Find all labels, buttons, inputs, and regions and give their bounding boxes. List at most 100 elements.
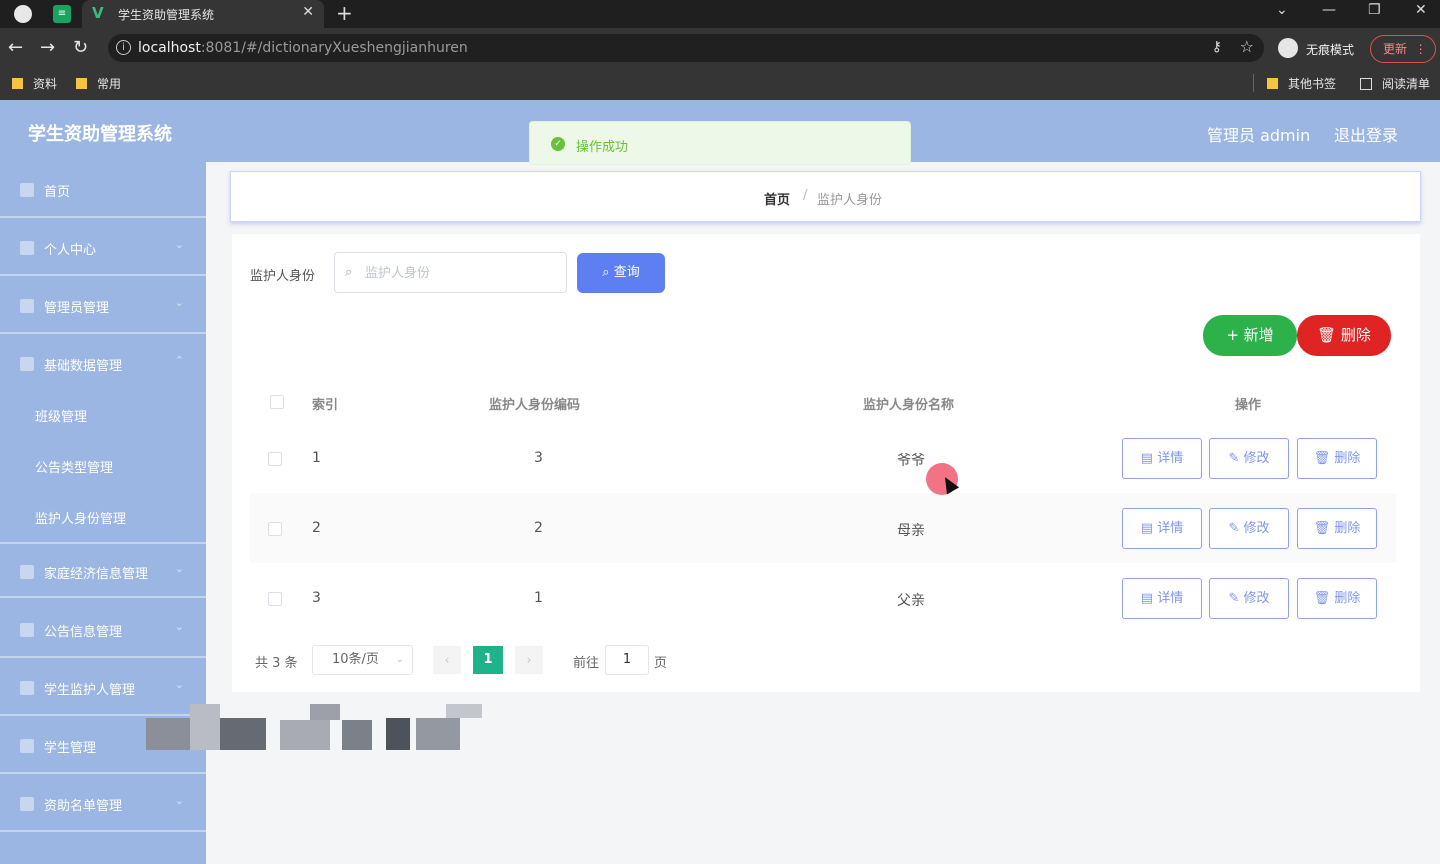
sidebar-item-label: 公告类型管理 [35,461,114,476]
check-circle-icon: ✓ [551,137,565,151]
add-button[interactable]: + 新增 [1203,315,1297,356]
bookmark-star-icon[interactable]: ☆ [1240,37,1254,56]
goto-label: 前往 [573,656,600,671]
sidebar-item-notices[interactable]: 公告信息管理 ⌄ [0,602,206,658]
chevron-down-icon: ⌄ [174,794,184,807]
restore-icon[interactable]: ❐ [1368,2,1381,18]
incognito-icon[interactable] [1278,38,1298,58]
folder-icon [1267,78,1278,89]
breadcrumb-separator: / [803,188,808,203]
detail-button[interactable]: ▤ 详情 [1122,438,1202,479]
flag-icon [20,357,34,371]
column-header-name[interactable]: 监护人身份名称 [863,394,954,413]
notice-icon [20,623,34,637]
update-button[interactable]: 更新 ⋮ [1370,35,1436,63]
tab-search-icon[interactable]: ⌄ [1276,2,1288,18]
detail-button[interactable]: ▤ 详情 [1122,578,1202,619]
select-all-checkbox[interactable] [270,395,284,409]
home-icon [20,183,34,197]
bookmark-folder[interactable]: 其他书签 [1267,75,1336,92]
search-icon: ⌕ [345,265,353,280]
sidebar-subitem-guardian-identity[interactable]: 监护人身份管理 [0,492,206,542]
cell-index: 1 [312,450,321,466]
chevron-down-icon: ⌄ [395,654,404,665]
sidebar-item-base-data[interactable]: 基础数据管理 ⌃ [0,336,206,392]
page-unit-label: 页 [654,656,668,671]
chevron-down-icon: ⌄ [174,238,184,251]
search-input-wrapper[interactable]: ⌕ [334,252,567,293]
column-header-code[interactable]: 监护人身份编码 [489,394,580,413]
sidebar-item-home[interactable]: 首页 [0,162,206,218]
row-checkbox[interactable] [268,452,282,466]
success-toast: ✓ 操作成功 [529,121,911,165]
logout-link[interactable]: 退出登录 [1334,122,1398,146]
delete-button[interactable]: 🗑 删除 [1297,315,1391,356]
row-delete-button[interactable]: 🗑 删除 [1297,438,1377,479]
guardian-icon [20,681,34,695]
sidebar-subitem-class[interactable]: 班级管理 [0,390,206,440]
search-label: 监护人身份 [250,269,316,284]
query-button[interactable]: ⌕ 查询 [577,253,665,293]
folder-icon [12,78,23,89]
column-header-index[interactable]: 索引 [312,394,338,413]
list-icon [20,797,34,811]
user-icon [20,241,34,255]
bookmark-folder[interactable]: 资料 [12,75,57,92]
sidebar: 首页 个人中心 ⌄ 管理员管理 ⌄ 基础数据管理 ⌃ 班级管理 公告类型管理 监… [0,162,206,864]
sidebar-item-label: 基础数据管理 [44,359,123,374]
edit-button[interactable]: ✎ 修改 [1209,578,1289,619]
window-close-icon[interactable]: ✕ [1415,2,1427,18]
sidebar-item-admins[interactable]: 管理员管理 ⌄ [0,278,206,334]
prev-page-button[interactable]: ‹ [433,646,461,674]
search-input[interactable] [365,263,555,283]
breadcrumb: 首页 / 监护人身份 [230,171,1421,222]
sidebar-item-label: 班级管理 [35,410,88,425]
edit-button[interactable]: ✎ 修改 [1209,438,1289,479]
cell-index: 2 [312,520,321,536]
minimize-icon[interactable]: — [1322,2,1336,18]
tab-close-icon[interactable]: ✕ [302,4,314,20]
sidebar-item-family-economy[interactable]: 家庭经济信息管理 ⌄ [0,542,206,598]
key-icon[interactable]: ⚷ [1212,39,1222,55]
browser-tabbar: ≡ V 学生资助管理系统 ✕ + ⌄ — ❐ ✕ [0,0,1440,28]
new-tab-icon[interactable]: + [336,1,353,25]
sidebar-item-label: 学生监护人管理 [44,683,136,698]
sidebar-item-profile[interactable]: 个人中心 ⌄ [0,220,206,276]
cell-code: 1 [534,590,543,606]
row-delete-button[interactable]: 🗑 删除 [1297,508,1377,549]
site-info-icon[interactable]: i [116,40,131,55]
page-number[interactable]: 1 [473,646,503,674]
row-delete-button[interactable]: 🗑 删除 [1297,578,1377,619]
page-size-select[interactable]: 10条/页 ⌄ [312,645,413,675]
goto-page-input[interactable]: 1 [605,645,649,675]
address-bar[interactable]: i localhost:8081/#/dictionaryXueshengjia… [108,34,1264,62]
chevron-up-icon: ⌃ [174,354,184,367]
globe-icon[interactable] [14,5,32,23]
edit-button[interactable]: ✎ 修改 [1209,508,1289,549]
pixelated-watermark [146,704,486,752]
breadcrumb-home[interactable]: 首页 [764,189,790,208]
chevron-down-icon: ⌄ [174,678,184,691]
reading-list[interactable]: 阅读清单 [1360,75,1430,92]
row-checkbox[interactable] [268,522,282,536]
sidebar-subitem-notice-type[interactable]: 公告类型管理 [0,441,206,491]
reload-icon[interactable]: ↻ [73,37,88,58]
bookmark-folder[interactable]: 常用 [76,75,121,92]
sidebar-item-aid-list[interactable]: 资助名单管理 ⌄ [0,776,206,832]
cell-name: 爷爷 [897,453,925,469]
divider [1253,74,1254,92]
sidebar-item-label: 管理员管理 [44,301,110,316]
browser-tab[interactable]: V 学生资助管理系统 ✕ [82,0,324,28]
sidebar-item-label: 学生管理 [44,741,97,756]
back-icon[interactable]: ← [8,37,23,58]
column-header-ops: 操作 [1235,398,1262,413]
chevron-down-icon: ⌄ [174,620,184,633]
next-page-button[interactable]: › [515,646,543,674]
forward-icon[interactable]: → [40,37,55,58]
admin-icon [20,299,34,313]
browser-toolbar: ← → ↻ i localhost:8081/#/dictionaryXuesh… [0,28,1440,68]
row-checkbox[interactable] [268,592,282,606]
detail-button[interactable]: ▤ 详情 [1122,508,1202,549]
cell-name: 父亲 [897,593,925,609]
extension-icon[interactable]: ≡ [53,5,71,23]
